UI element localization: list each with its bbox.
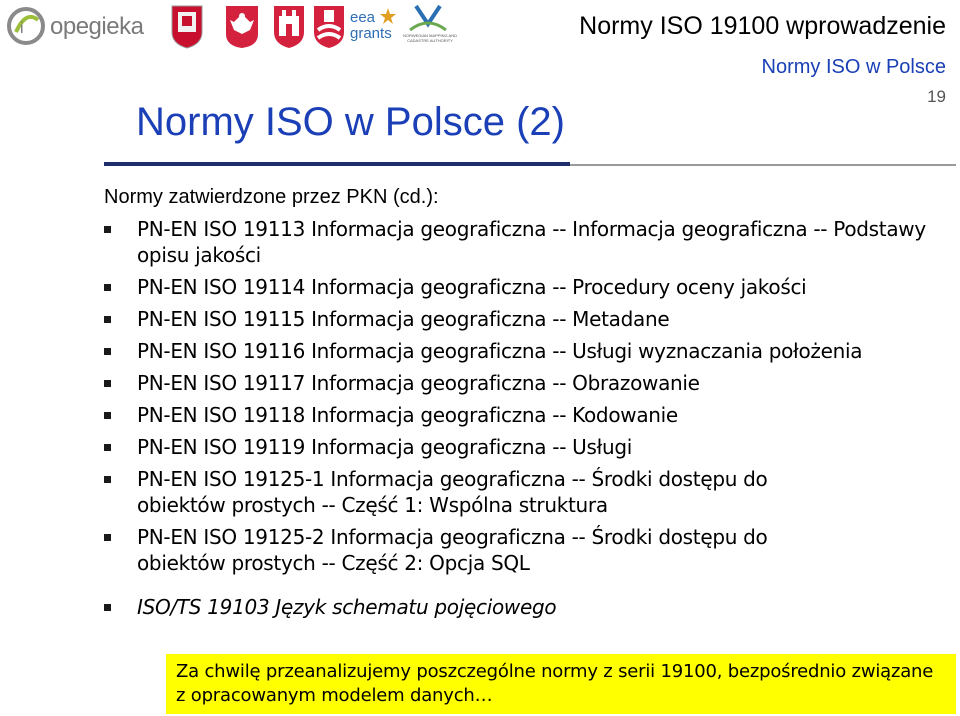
nmca-text: NORWEGIAN MAPPING AND CADASTRE AUTHORITY — [403, 33, 457, 43]
list-item-text: PN-EN ISO 19117 Informacja geograficzna … — [137, 371, 700, 395]
list-item: PN-EN ISO 19113 Informacja geograficzna … — [104, 216, 944, 268]
intro-text: Normy zatwierdzone przez PKN (cd.): — [104, 186, 439, 208]
page-number: 19 — [927, 87, 946, 106]
list-item: PN-EN ISO 19125-2 Informacja geograficzn… — [104, 524, 944, 576]
city-crest-icon — [272, 4, 306, 50]
slide-title: Normy ISO w Polsce (2) — [136, 100, 565, 144]
square-bullet-icon — [104, 226, 111, 233]
square-bullet-icon — [104, 348, 111, 355]
square-bullet-icon — [104, 604, 111, 611]
standards-list: PN-EN ISO 19113 Informacja geograficzna … — [104, 216, 944, 620]
list-item-text: PN-EN ISO 19125-1 Informacja geograficzn… — [137, 467, 768, 517]
polish-eagle-icon — [224, 4, 258, 50]
list-item-text: PN-EN ISO 19114 Informacja geograficzna … — [137, 275, 807, 299]
list-item-text: PN-EN ISO 19113 Informacja geograficzna … — [137, 217, 926, 267]
square-bullet-icon — [104, 284, 111, 291]
eea-star-icon — [380, 8, 396, 24]
list-item-text: ISO/TS 19103 Język schematu pojęciowego — [137, 595, 557, 619]
list-item: PN-EN ISO 19119 Informacja geograficzna … — [104, 434, 944, 460]
opegieka-emblem-icon: i — [7, 7, 45, 45]
square-bullet-icon — [104, 534, 111, 541]
square-bullet-icon — [104, 444, 111, 451]
list-item: PN-EN ISO 19114 Informacja geograficzna … — [104, 274, 944, 300]
title-underline-gray — [570, 164, 956, 166]
square-bullet-icon — [104, 316, 111, 323]
eea-logo-line1: eea — [350, 9, 376, 26]
list-item: PN-EN ISO 19117 Informacja geograficzna … — [104, 370, 944, 396]
nmca-emblem-icon — [409, 4, 447, 32]
eea-logo-line2: grants — [350, 25, 392, 42]
list-item: ISO/TS 19103 Język schematu pojęciowego — [104, 594, 944, 620]
list-item: PN-EN ISO 19125-1 Informacja geograficzn… — [104, 466, 944, 518]
title-underline-dark — [104, 162, 570, 166]
list-item-text: PN-EN ISO 19118 Informacja geograficzna … — [137, 403, 678, 427]
square-bullet-icon — [104, 476, 111, 483]
header-bar: i opegieka eea grants NORWEGIAN MAPPING … — [0, 0, 960, 56]
list-item: PN-EN ISO 19116 Informacja geograficzna … — [104, 338, 944, 364]
section-subtitle: Normy ISO w Polsce — [761, 56, 946, 78]
highlight-note: Za chwilę przeanalizujemy poszczególne n… — [166, 654, 956, 714]
eea-grants-logo: eea grants — [350, 6, 400, 48]
square-bullet-icon — [104, 412, 111, 419]
regional-crest-icon — [312, 4, 346, 50]
list-item: PN-EN ISO 19115 Informacja geograficzna … — [104, 306, 944, 332]
opegieka-logo: i opegieka — [6, 6, 162, 46]
opegieka-logo-text: opegieka — [50, 13, 144, 40]
list-item-text: PN-EN ISO 19119 Informacja geograficzna … — [137, 435, 633, 459]
list-item-text: PN-EN ISO 19125-2 Informacja geograficzn… — [137, 525, 768, 575]
list-item: PN-EN ISO 19118 Informacja geograficzna … — [104, 402, 944, 428]
presentation-title: Normy ISO 19100 wprowadzenie — [579, 12, 946, 40]
svg-text:i: i — [20, 20, 24, 37]
coat-of-arms-icon — [170, 4, 204, 50]
list-item-text: PN-EN ISO 19115 Informacja geograficzna … — [137, 307, 670, 331]
square-bullet-icon — [104, 380, 111, 387]
nmca-logo: NORWEGIAN MAPPING AND CADASTRE AUTHORITY — [402, 4, 457, 50]
list-item-text: PN-EN ISO 19116 Informacja geograficzna … — [137, 339, 863, 363]
